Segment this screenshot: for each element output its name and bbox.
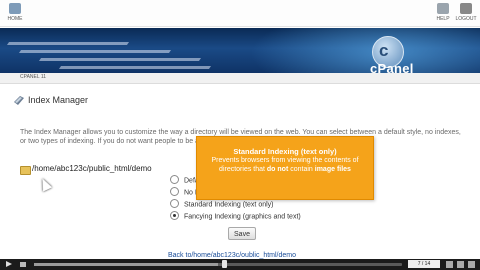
volume-icon[interactable]: [20, 262, 26, 267]
radio-no-indexing[interactable]: [170, 187, 179, 196]
logo-letter: c: [379, 41, 389, 60]
cpanel-brand-text: cPanel: [370, 61, 414, 73]
progress-fill: [34, 263, 218, 266]
banner-glow: [250, 28, 480, 73]
tooltip-emphasis: image files: [314, 166, 351, 173]
tooltip-text: contain: [288, 166, 315, 173]
tooltip-body: Prevents browsers from viewing the conte…: [197, 156, 373, 174]
player-controls: 7 / 14: [0, 259, 480, 270]
index-manager-icon: [14, 96, 24, 105]
page-title: Index Manager: [28, 95, 89, 105]
mouse-cursor-icon: [37, 176, 53, 192]
logout-button[interactable]: LOGOUT: [455, 3, 477, 22]
play-icon[interactable]: [6, 261, 12, 267]
progress-track[interactable]: [34, 263, 402, 266]
top-bar: HOME HELP LOGOUT: [0, 0, 480, 27]
radio-fancy-indexing[interactable]: [170, 211, 179, 220]
banner-stripe: [18, 50, 172, 53]
home-icon: [9, 3, 21, 14]
option-label: Fancying Indexing (graphics and text): [184, 213, 301, 221]
next-icon[interactable]: [457, 261, 464, 268]
home-label: HOME: [7, 16, 23, 22]
option-label: Standard Indexing (text only): [184, 201, 274, 209]
banner-stripe: [38, 58, 202, 61]
option-fancy-indexing[interactable]: Fancying Indexing (graphics and text): [170, 211, 301, 222]
save-button[interactable]: Save: [228, 227, 256, 240]
banner-stripe: [58, 66, 212, 69]
breadcrumb: CPANEL 11: [0, 73, 480, 84]
banner-stripe: [6, 42, 130, 45]
tooltip-title: Standard Indexing (text only): [233, 147, 337, 156]
header-banner: c cPanel: [0, 28, 480, 73]
prev-icon[interactable]: [446, 261, 453, 268]
logout-label: LOGOUT: [455, 16, 477, 22]
help-icon: [437, 3, 449, 14]
help-button[interactable]: HELP: [432, 3, 454, 22]
logout-icon: [460, 3, 472, 14]
progress-handle[interactable]: [222, 260, 227, 268]
back-link[interactable]: Back to/home/abc123c/oublic_html/demo: [168, 252, 296, 259]
tooltip-emphasis: do not: [266, 166, 289, 173]
tooltip-popup: Standard Indexing (text only) Prevents b…: [196, 136, 374, 200]
directory-path: /home/abc123c/public_html/demo: [32, 164, 152, 173]
help-label: HELP: [436, 16, 450, 22]
radio-default[interactable]: [170, 175, 179, 184]
fullscreen-icon[interactable]: [468, 261, 475, 268]
slide-counter: 7 / 14: [408, 260, 440, 268]
folder-icon: [20, 166, 31, 175]
breadcrumb-link[interactable]: CPANEL 11: [20, 74, 46, 80]
home-button[interactable]: HOME: [4, 3, 26, 22]
radio-standard-indexing[interactable]: [170, 199, 179, 208]
option-standard-indexing[interactable]: Standard Indexing (text only): [170, 199, 274, 210]
